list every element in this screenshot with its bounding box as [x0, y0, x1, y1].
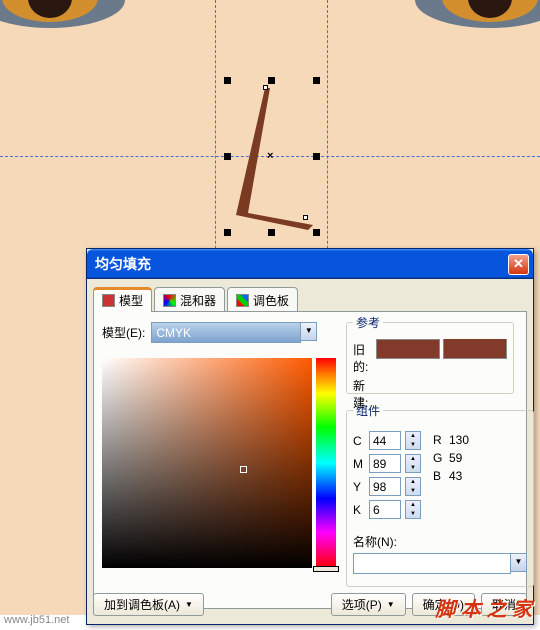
selection-handle[interactable]	[313, 153, 320, 160]
tab-palette[interactable]: 调色板	[227, 287, 298, 312]
mixer-tab-icon	[163, 294, 176, 307]
combo-value: CMYK	[156, 326, 191, 340]
selection-handle[interactable]	[268, 77, 275, 84]
model-tab-icon	[102, 294, 115, 307]
tab-content: 模型(E): CMYK ▼ 参考 旧的: 新建:	[93, 311, 527, 609]
color-picker-area[interactable]	[102, 358, 312, 568]
tab-mixer[interactable]: 混和器	[154, 287, 225, 312]
nose-shape[interactable]	[230, 85, 320, 230]
old-color-label: 旧的:	[353, 341, 370, 375]
dialog-title: 均匀填充	[95, 254, 508, 274]
name-combo-button[interactable]: ▼	[510, 553, 527, 572]
c-label: C	[353, 434, 365, 448]
chevron-down-icon: ▼	[185, 600, 193, 609]
selection-handle[interactable]	[268, 229, 275, 236]
tab-label: 模型	[119, 292, 143, 309]
reference-fieldset: 参考 旧的: 新建:	[346, 314, 514, 394]
r-label: R	[433, 433, 445, 447]
model-combo[interactable]: CMYK	[151, 322, 301, 343]
selection-handle[interactable]	[224, 77, 231, 84]
name-label: 名称(N):	[353, 533, 527, 550]
tabs-bar: 模型 混和器 调色板	[93, 287, 527, 312]
r-value: 130	[449, 433, 469, 447]
m-input[interactable]	[369, 454, 401, 473]
tab-label: 调色板	[253, 292, 289, 309]
combo-dropdown-button[interactable]: ▼	[300, 322, 317, 341]
k-label: K	[353, 503, 365, 517]
m-label: M	[353, 457, 365, 471]
y-label: Y	[353, 480, 365, 494]
chevron-down-icon: ▼	[387, 600, 395, 609]
watermark-url: www.jb51.net	[4, 614, 69, 626]
center-marker: ×	[267, 150, 273, 162]
close-button[interactable]: ✕	[508, 254, 529, 275]
c-input[interactable]	[369, 431, 401, 450]
eye-illustration-right	[400, 0, 540, 40]
selection-handle[interactable]	[313, 77, 320, 84]
c-spinner[interactable]: ▲▼	[405, 431, 421, 450]
picker-cursor[interactable]	[240, 466, 247, 473]
reference-legend: 参考	[353, 314, 383, 331]
b-value: 43	[449, 469, 462, 483]
model-label: 模型(E):	[102, 324, 145, 341]
m-spinner[interactable]: ▲▼	[405, 454, 421, 473]
add-to-palette-button[interactable]: 加到调色板(A)▼	[93, 593, 204, 616]
watermark-text: 脚 本 之 家	[435, 593, 532, 622]
uniform-fill-dialog: 均匀填充 ✕ 模型 混和器 调色板 模型(E): CMYK ▼ 参考 旧的: 新…	[86, 248, 534, 625]
g-value: 59	[449, 451, 462, 465]
tab-label: 混和器	[180, 292, 216, 309]
g-label: G	[433, 451, 445, 465]
hue-slider[interactable]	[313, 566, 339, 572]
hue-strip[interactable]	[316, 358, 336, 568]
options-button[interactable]: 选项(P)▼	[331, 593, 406, 616]
node-handle[interactable]	[263, 85, 268, 90]
b-label: B	[433, 469, 445, 483]
old-color-swatch	[376, 339, 440, 359]
y-spinner[interactable]: ▲▼	[405, 477, 421, 496]
dialog-titlebar[interactable]: 均匀填充 ✕	[87, 249, 533, 279]
k-spinner[interactable]: ▲▼	[405, 500, 421, 519]
components-legend: 组件	[353, 402, 383, 419]
eye-illustration-left	[0, 0, 140, 40]
y-input[interactable]	[369, 477, 401, 496]
tab-model[interactable]: 模型	[93, 287, 152, 312]
new-color-swatch	[443, 339, 507, 359]
node-handle[interactable]	[303, 215, 308, 220]
selection-handle[interactable]	[313, 229, 320, 236]
components-fieldset: 组件 C ▲▼ M ▲▼ Y ▲▼ K ▲▼ R 130 G 59 B 43 名称(N):	[346, 402, 534, 587]
selection-handle[interactable]	[224, 229, 231, 236]
selection-handle[interactable]	[224, 153, 231, 160]
k-input[interactable]	[369, 500, 401, 519]
palette-tab-icon	[236, 294, 249, 307]
name-combo[interactable]	[353, 553, 511, 574]
